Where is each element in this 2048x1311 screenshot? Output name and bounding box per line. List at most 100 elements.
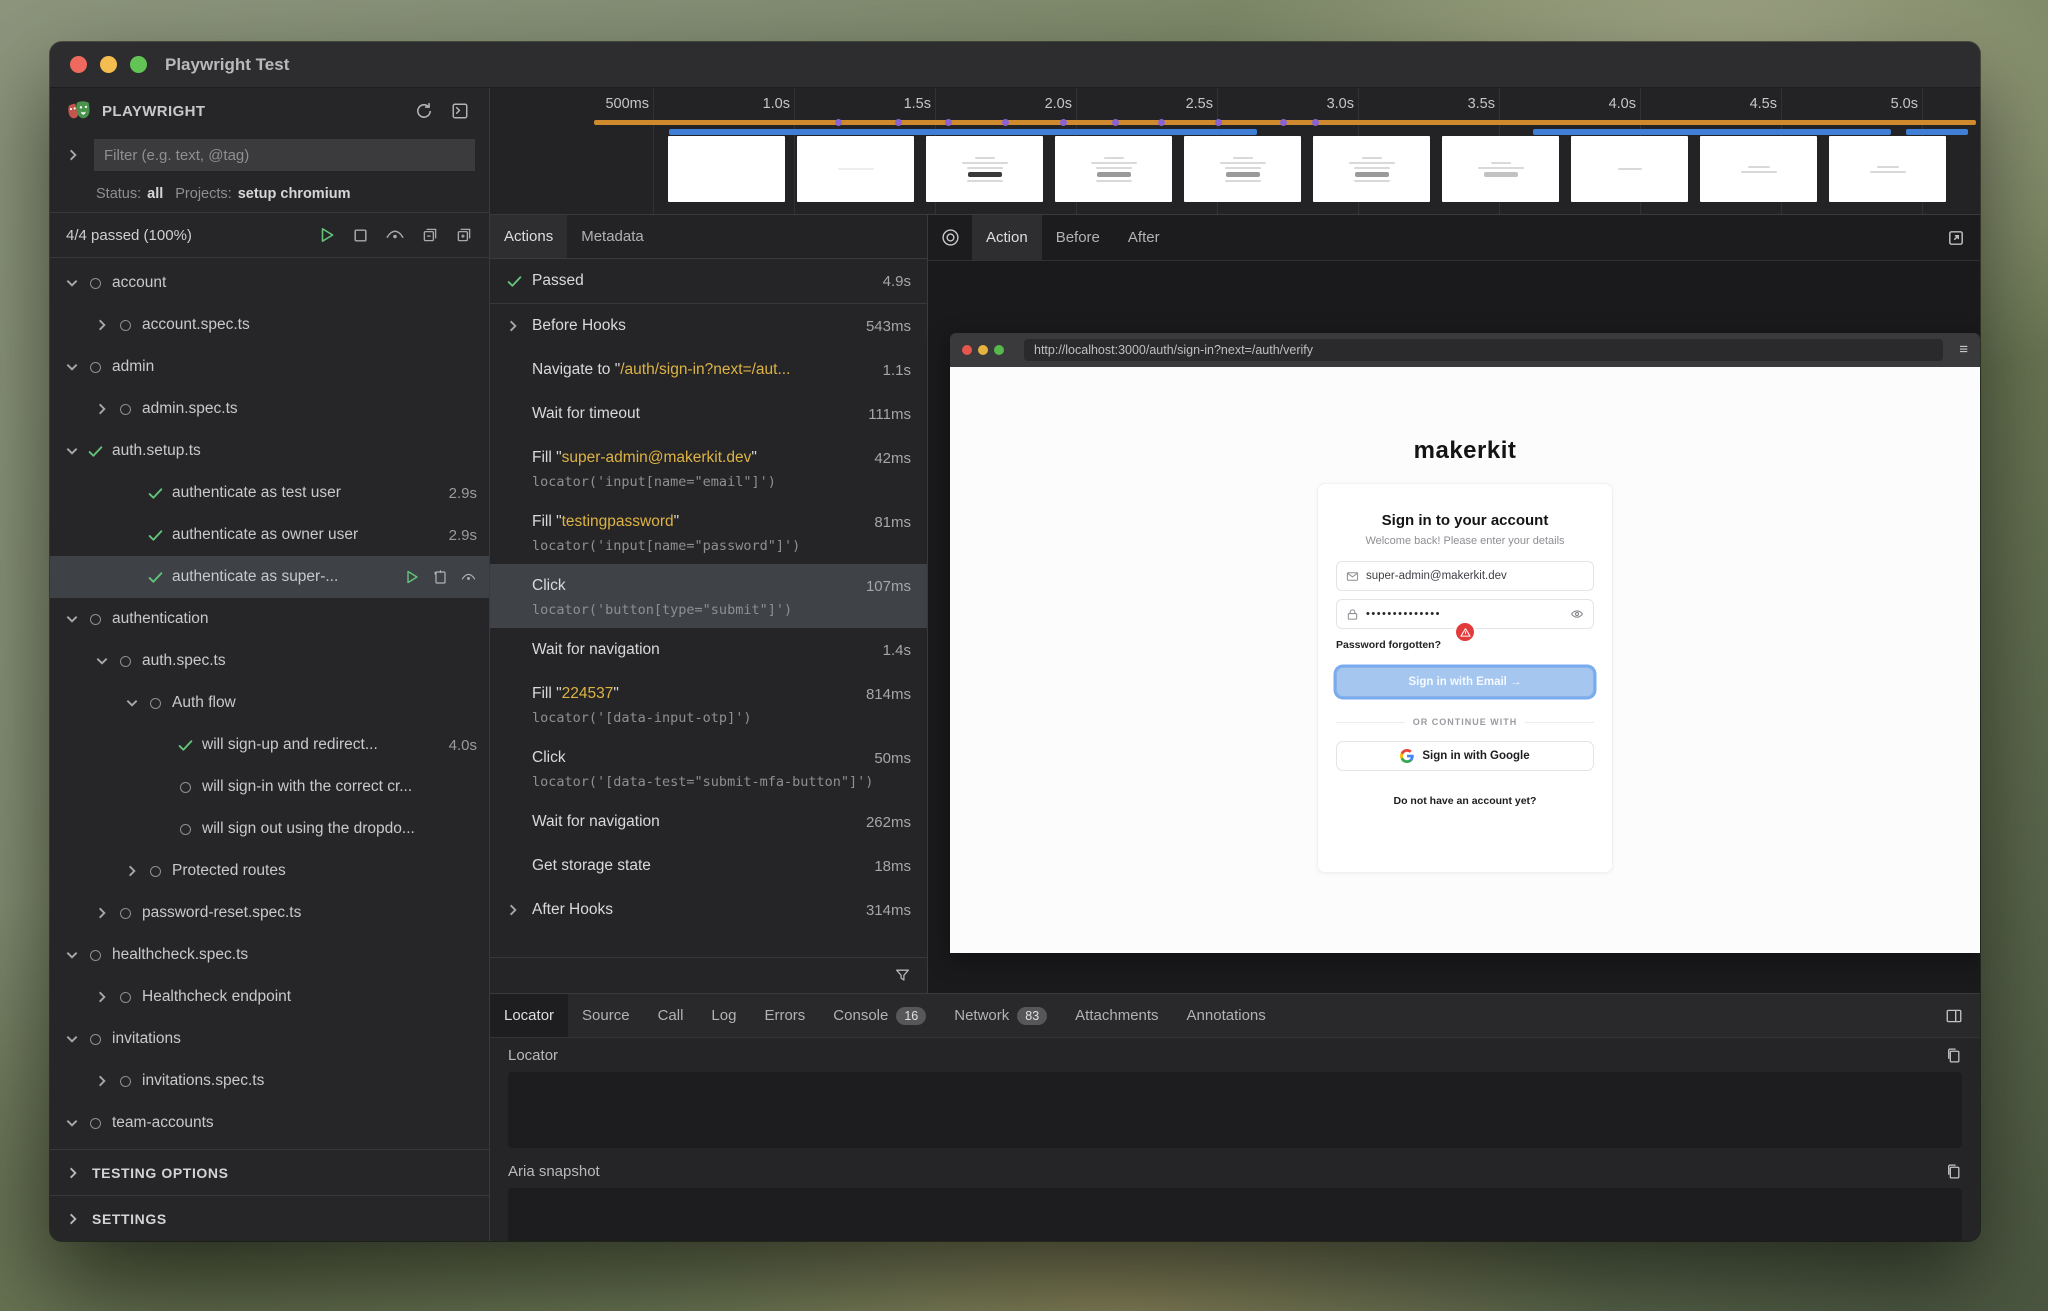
filter-actions-icon[interactable] [894,967,911,984]
tab-errors[interactable]: Errors [750,994,819,1037]
sidebar-section-testing-options[interactable]: TESTING OPTIONS [50,1149,489,1195]
timeline-screenshot-thumb[interactable] [1829,136,1946,202]
tab-before[interactable]: Before [1042,215,1114,260]
tree-item-will-sign-up-and-redirect-[interactable]: will sign-up and redirect...4.0s [50,724,489,766]
pick-locator-icon[interactable] [928,215,972,260]
tree-item-account-spec-ts[interactable]: account.spec.ts [50,304,489,346]
watch-test-icon[interactable] [460,569,477,586]
tree-item-will-sign-out-using-the-dropdo-[interactable]: will sign out using the dropdo... [50,808,489,850]
tab-actions[interactable]: Actions [490,215,567,258]
tab-source[interactable]: Source [568,994,644,1037]
tree-item-team-accounts[interactable]: team-accounts [50,1102,489,1144]
show-password-icon[interactable] [1570,607,1584,621]
tree-item-auth-setup-ts[interactable]: auth.setup.ts [50,430,489,472]
chevron-down-icon[interactable] [60,444,84,458]
tree-item-admin-spec-ts[interactable]: admin.spec.ts [50,388,489,430]
signin-email-button[interactable]: Sign in with Email → [1336,667,1594,697]
action-row[interactable]: Fill "224537"814mslocator('[data-input-o… [490,672,927,736]
tab-action[interactable]: Action [972,215,1042,260]
timeline-screenshot-thumb[interactable] [1700,136,1817,202]
action-row[interactable]: After Hooks314ms [490,888,927,932]
tree-item-authenticate-as-owner-user[interactable]: authenticate as owner user2.9s [50,514,489,556]
expand-snapshot-icon[interactable] [1932,215,1980,260]
chevron-right-icon[interactable] [506,903,532,917]
tab-attachments[interactable]: Attachments [1061,994,1172,1037]
action-row[interactable]: Click107mslocator('button[type="submit"]… [490,564,927,628]
timeline-screenshot-thumb[interactable] [797,136,914,202]
filter-input[interactable] [94,139,475,171]
tree-item-authentication[interactable]: authentication [50,598,489,640]
tab-locator[interactable]: Locator [490,994,568,1037]
locator-editor[interactable] [508,1072,1962,1148]
copy-aria-snapshot-icon[interactable] [1945,1163,1962,1180]
tree-item-will-sign-in-with-the-correct-cr-[interactable]: will sign-in with the correct cr... [50,766,489,808]
action-row[interactable]: Wait for timeout111ms [490,392,927,436]
action-row[interactable]: Passed4.9s [490,259,927,304]
tree-item-healthcheck-endpoint[interactable]: Healthcheck endpoint [50,976,489,1018]
action-row[interactable]: Before Hooks543ms [490,304,927,348]
signin-google-button[interactable]: Sign in with Google [1336,741,1594,771]
action-row[interactable]: Wait for navigation262ms [490,800,927,844]
no-account-link[interactable]: Do not have an account yet? [1336,795,1594,807]
action-row[interactable]: Navigate to "/auth/sign-in?next=/aut...1… [490,348,927,392]
chevron-down-icon[interactable] [60,1116,84,1130]
tree-item-auth-flow[interactable]: Auth flow [50,682,489,724]
action-row[interactable]: Click50mslocator('[data-test="submit-mfa… [490,736,927,800]
tree-item-healthcheck-spec-ts[interactable]: healthcheck.spec.ts [50,934,489,976]
expand-all-icon[interactable] [455,226,473,244]
open-terminal-icon[interactable] [447,98,473,124]
tree-item-password-reset-spec-ts[interactable]: password-reset.spec.ts [50,892,489,934]
run-all-button[interactable] [318,226,336,244]
chevron-right-icon[interactable] [90,906,114,920]
chevron-down-icon[interactable] [60,276,84,290]
chevron-down-icon[interactable] [120,696,144,710]
run-test-icon[interactable] [404,569,420,585]
filter-chevron-icon[interactable] [60,142,86,168]
chevron-down-icon[interactable] [60,612,84,626]
timeline-screenshot-thumb[interactable] [668,136,785,202]
tab-network[interactable]: Network83 [940,994,1061,1037]
action-row[interactable]: Fill "testingpassword"81mslocator('input… [490,500,927,564]
sidebar-section-settings[interactable]: SETTINGS [50,1195,489,1241]
tree-item-admin[interactable]: admin [50,346,489,388]
chevron-down-icon[interactable] [60,948,84,962]
tab-metadata[interactable]: Metadata [567,215,658,258]
action-row[interactable]: Wait for navigation1.4s [490,628,927,672]
chevron-right-icon[interactable] [90,318,114,332]
timeline-screenshot-thumb[interactable] [1184,136,1301,202]
filter-status-row[interactable]: Status: all Projects: setup chromium [50,176,489,212]
tab-console[interactable]: Console16 [819,994,940,1037]
collapse-all-icon[interactable] [421,226,439,244]
chevron-down-icon[interactable] [60,1032,84,1046]
tree-item-auth-spec-ts[interactable]: auth.spec.ts [50,640,489,682]
stop-button[interactable] [352,227,369,244]
chevron-right-icon[interactable] [90,1074,114,1088]
maximize-window-button[interactable] [130,56,147,73]
chevron-right-icon[interactable] [506,319,532,333]
tab-call[interactable]: Call [644,994,698,1037]
toggle-split-view-icon[interactable] [1928,994,1980,1037]
tree-item-invitations[interactable]: invitations [50,1018,489,1060]
reload-tests-icon[interactable] [411,98,437,124]
tree-item-protected-routes[interactable]: Protected routes [50,850,489,892]
action-row[interactable]: Get storage state18ms [490,844,927,888]
tab-after[interactable]: After [1114,215,1174,260]
tab-log[interactable]: Log [697,994,750,1037]
action-row[interactable]: Fill "super-admin@makerkit.dev"42mslocat… [490,436,927,500]
chevron-right-icon[interactable] [120,864,144,878]
show-source-icon[interactable] [432,569,448,585]
tree-item-authenticate-as-super-[interactable]: authenticate as super-... [50,556,489,598]
chevron-down-icon[interactable] [90,654,114,668]
chevron-right-icon[interactable] [90,402,114,416]
timeline-screenshot-thumb[interactable] [1571,136,1688,202]
copy-locator-icon[interactable] [1945,1047,1962,1064]
chevron-down-icon[interactable] [60,360,84,374]
timeline-screenshot-thumb[interactable] [1442,136,1559,202]
timeline-screenshot-thumb[interactable] [1313,136,1430,202]
timeline-screenshot-thumb[interactable] [926,136,1043,202]
watch-all-icon[interactable] [385,225,405,245]
aria-snapshot-editor[interactable] [508,1188,1962,1241]
tree-item-authenticate-as-test-user[interactable]: authenticate as test user2.9s [50,472,489,514]
chevron-right-icon[interactable] [90,990,114,1004]
tree-item-account[interactable]: account [50,262,489,304]
